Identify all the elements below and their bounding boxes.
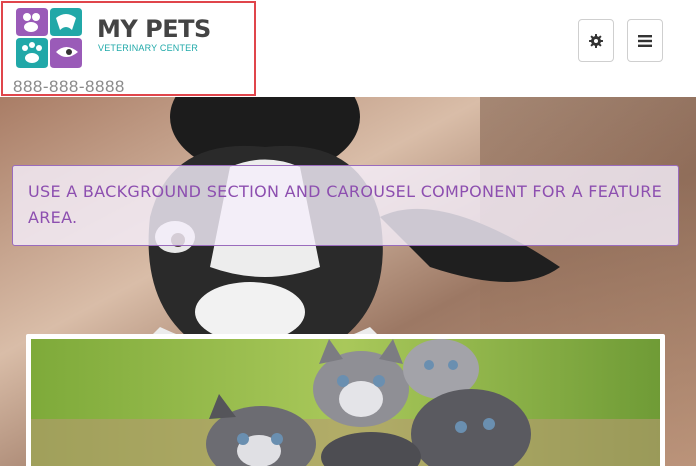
brand-title: MY PETS (97, 15, 211, 43)
hero-background-section: USE A BACKGROUND SECTION AND CAROUSEL CO… (0, 97, 696, 466)
carousel[interactable] (26, 334, 665, 466)
logo-area[interactable]: MY PETS VETERINARY CENTER 888-888-8888 (1, 1, 256, 96)
carousel-slide-image (31, 339, 660, 466)
site-header: MY PETS VETERINARY CENTER 888-888-8888 (0, 0, 696, 97)
menu-toggle-button[interactable] (627, 19, 663, 62)
feature-text: USE A BACKGROUND SECTION AND CAROUSEL CO… (28, 182, 663, 227)
logo-icon (16, 8, 82, 68)
hamburger-icon (638, 34, 652, 47)
gear-icon (589, 33, 603, 48)
settings-button[interactable] (578, 19, 614, 62)
brand-subtitle: VETERINARY CENTER (98, 43, 199, 53)
phone-number[interactable]: 888-888-8888 (13, 77, 125, 97)
feature-text-box: USE A BACKGROUND SECTION AND CAROUSEL CO… (12, 165, 679, 246)
